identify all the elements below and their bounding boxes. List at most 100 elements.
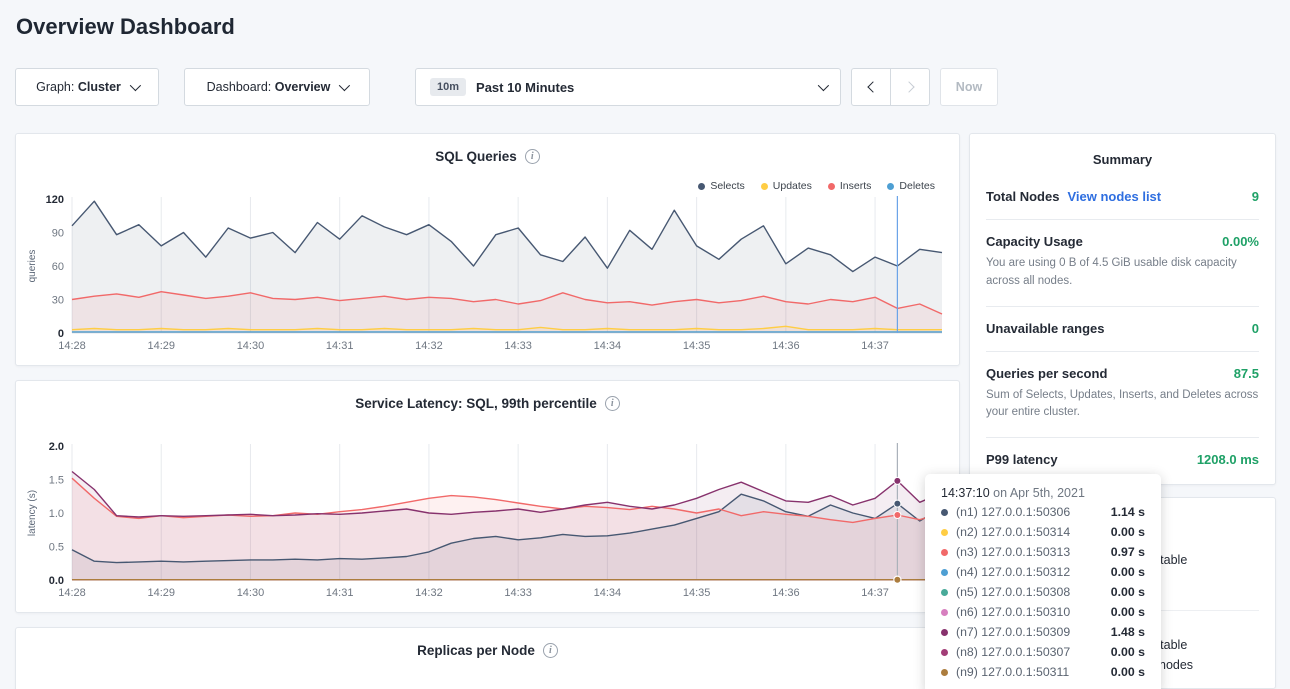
total-nodes-value: 9	[1252, 189, 1259, 204]
tooltip-row: (n5) 127.0.0.1:503080.00 s	[941, 585, 1145, 600]
y-axis-label: latency (s)	[27, 490, 38, 536]
time-next-button[interactable]	[890, 68, 930, 106]
tooltip-rows: (n1) 127.0.0.1:503061.14 s (n2) 127.0.0.1…	[941, 505, 1145, 680]
tooltip-row: (n6) 127.0.0.1:503100.00 s	[941, 605, 1145, 620]
event-item-sub: nodes	[1159, 658, 1193, 672]
node-color-dot-icon	[941, 609, 948, 616]
node-color-dot-icon	[941, 669, 948, 676]
x-tick-label: 14:35	[683, 340, 711, 352]
x-tick-label: 14:34	[594, 587, 622, 599]
y-tick-label: 120	[46, 194, 64, 206]
now-button[interactable]: Now	[940, 68, 998, 106]
overview-dashboard-page: Overview Dashboard Graph: Cluster Dashbo…	[0, 0, 1290, 689]
legend-dot-icon	[761, 183, 768, 190]
time-range-badge: 10m	[430, 78, 466, 96]
x-tick-label: 14:28	[58, 340, 86, 352]
y-tick-label: 1.0	[49, 508, 64, 520]
series-area	[72, 472, 942, 581]
replicas-per-node-card: Replicas per Node i	[15, 627, 960, 689]
node-color-dot-icon	[941, 649, 948, 656]
summary-panel: Summary Total Nodes View nodes list 9 Ca…	[969, 133, 1276, 485]
qps-label: Queries per second	[986, 366, 1107, 381]
chart-legend: SelectsUpdatesInsertsDeletes	[698, 180, 935, 192]
sql-queries-chart[interactable]: 14:28 14:29 14:30 14:31 14:32 14:33 14:34 14:35…	[24, 192, 953, 362]
page-title: Overview Dashboard	[16, 14, 235, 40]
x-tick-label: 14:31	[326, 340, 354, 352]
x-tick-label: 14:34	[594, 340, 622, 352]
sql-queries-card: SQL Queries i SelectsUpdatesInsertsDelet…	[15, 133, 960, 366]
dashboard-dropdown-label: Dashboard: Overview	[207, 80, 331, 94]
chart-title: SQL Queries	[435, 149, 517, 164]
node-color-dot-icon	[941, 589, 948, 596]
tooltip-row: (n9) 127.0.0.1:503110.00 s	[941, 665, 1145, 680]
tooltip-time: 14:37:10	[941, 486, 990, 500]
y-tick-label: 2.0	[49, 441, 64, 453]
view-nodes-list-link[interactable]: View nodes list	[1067, 189, 1161, 204]
charts-column: SQL Queries i SelectsUpdatesInsertsDelet…	[15, 133, 960, 689]
info-icon[interactable]: i	[543, 643, 558, 658]
x-tick-label: 14:37	[861, 587, 889, 599]
p99-latency-label: P99 latency	[986, 452, 1058, 467]
service-latency-card: Service Latency: SQL, 99th percentile i …	[15, 380, 960, 613]
legend-dot-icon	[828, 183, 835, 190]
y-tick-label: 1.5	[49, 475, 64, 487]
p99-latency-value: 1208.0 ms	[1197, 452, 1259, 467]
time-prev-button[interactable]	[851, 68, 891, 106]
crosshair-dot	[894, 576, 901, 583]
summary-row-total-nodes: Total Nodes View nodes list 9	[986, 175, 1259, 220]
chevron-down-icon	[130, 80, 141, 91]
summary-row-capacity: Capacity Usage 0.00% You are using 0 B o…	[986, 220, 1259, 307]
summary-row-unavailable-ranges: Unavailable ranges 0	[986, 307, 1259, 352]
time-range-label: Past 10 Minutes	[476, 80, 574, 95]
unavailable-ranges-value: 0	[1252, 321, 1259, 336]
tooltip-row: (n3) 127.0.0.1:503130.97 s	[941, 545, 1145, 560]
summary-title: Summary	[986, 152, 1259, 167]
x-tick-label: 14:29	[147, 340, 175, 352]
x-tick-label: 14:29	[147, 587, 175, 599]
x-tick-label: 14:31	[326, 587, 354, 599]
chevron-left-icon	[867, 81, 878, 92]
tooltip-row: (n8) 127.0.0.1:503070.00 s	[941, 645, 1145, 660]
tooltip-date: on Apr 5th, 2021	[993, 486, 1085, 500]
time-range-picker[interactable]: 10m Past 10 Minutes	[415, 68, 841, 106]
service-latency-chart[interactable]: 14:2814:2914:3014:3114:3214:3314:3414:35…	[24, 439, 953, 609]
crosshair-dot	[894, 500, 901, 507]
chevron-down-icon	[339, 80, 350, 91]
x-tick-label: 14:35	[683, 587, 711, 599]
tooltip-header: 14:37:10 on Apr 5th, 2021	[941, 486, 1145, 500]
graph-dropdown[interactable]: Graph: Cluster	[15, 68, 159, 106]
y-tick-label: 0.5	[49, 542, 64, 554]
x-tick-label: 14:32	[415, 340, 443, 352]
node-color-dot-icon	[941, 549, 948, 556]
y-tick-label: 0	[58, 328, 64, 340]
node-color-dot-icon	[941, 529, 948, 536]
graph-dropdown-label: Graph: Cluster	[36, 80, 121, 94]
x-tick-label: 14:37	[861, 340, 889, 352]
tooltip-row: (n1) 127.0.0.1:503061.14 s	[941, 505, 1145, 520]
info-icon[interactable]: i	[525, 149, 540, 164]
legend-item-selects: Selects	[698, 180, 744, 192]
total-nodes-label: Total Nodes	[986, 189, 1059, 204]
info-icon[interactable]: i	[605, 396, 620, 411]
x-tick-label: 14:36	[772, 587, 800, 599]
y-tick-label: 90	[52, 228, 64, 240]
chart-tooltip: 14:37:10 on Apr 5th, 2021 (n1) 127.0.0.1…	[925, 474, 1161, 689]
tooltip-row: (n2) 127.0.0.1:503140.00 s	[941, 525, 1145, 540]
legend-dot-icon	[887, 183, 894, 190]
chevron-down-icon	[818, 80, 829, 91]
node-color-dot-icon	[941, 569, 948, 576]
dashboard-dropdown[interactable]: Dashboard: Overview	[184, 68, 370, 106]
x-tick-label: 14:30	[237, 340, 265, 352]
x-tick-label: 14:28	[58, 587, 86, 599]
x-tick-label: 14:33	[504, 340, 532, 352]
y-tick-label: 60	[52, 261, 64, 273]
qps-description: Sum of Selects, Updates, Inserts, and De…	[986, 387, 1259, 423]
y-tick-label: 0.0	[49, 575, 64, 587]
legend-item-updates: Updates	[761, 180, 812, 192]
unavailable-ranges-label: Unavailable ranges	[986, 321, 1105, 336]
chevron-right-icon	[903, 81, 914, 92]
capacity-usage-label: Capacity Usage	[986, 234, 1083, 249]
node-color-dot-icon	[941, 509, 948, 516]
capacity-usage-value: 0.00%	[1222, 234, 1259, 249]
tooltip-row: (n4) 127.0.0.1:503120.00 s	[941, 565, 1145, 580]
